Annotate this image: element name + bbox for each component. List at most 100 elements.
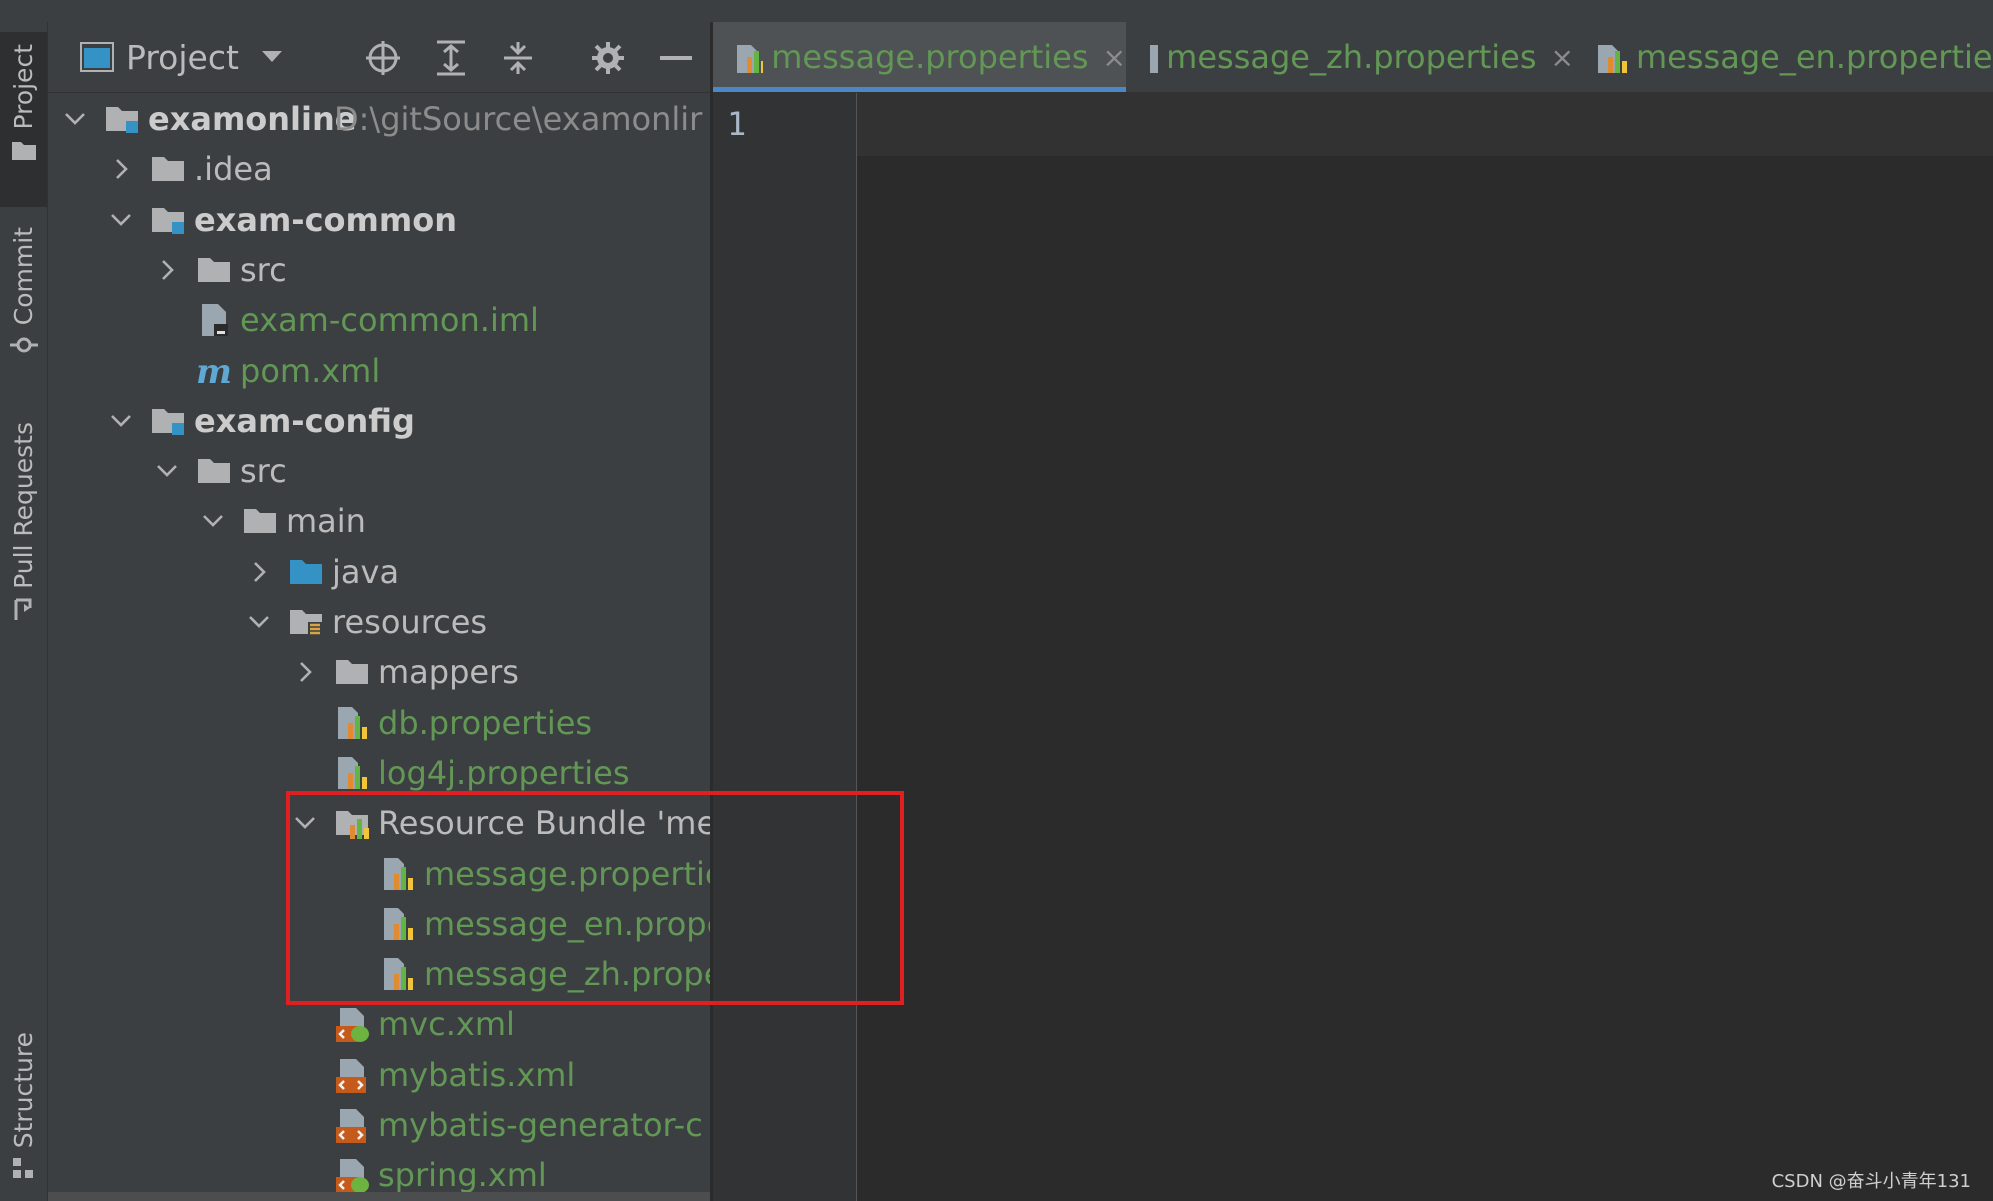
- tab-label: message.properties: [771, 38, 1089, 76]
- tree-item-label: mappers: [378, 653, 519, 692]
- close-icon[interactable]: ×: [1103, 41, 1126, 74]
- structure-icon: [12, 1158, 33, 1179]
- tree-item[interactable]: src: [48, 446, 710, 496]
- tree-item-label: mvc.xml: [378, 1005, 515, 1044]
- hide-panel-button[interactable]: [656, 38, 696, 78]
- stripe-label-structure: Structure: [9, 1032, 38, 1149]
- gear-icon: [592, 42, 624, 74]
- tree-item-label: examonline: [148, 100, 357, 138]
- tab-message-zh-properties[interactable]: message_zh.properties ×: [1126, 22, 1574, 92]
- chevron-right-icon[interactable]: [292, 659, 318, 685]
- module-folder-icon: [148, 200, 188, 240]
- spring-xml-icon: [332, 1004, 372, 1044]
- editor-tab-bar: message.properties × message_zh.properti…: [713, 22, 1993, 93]
- source-folder-icon: [286, 552, 326, 592]
- stripe-button-structure[interactable]: Structure: [0, 1032, 47, 1192]
- folder-icon: [148, 149, 188, 189]
- tree-item-label: main: [286, 502, 366, 541]
- tree-item[interactable]: exam-config: [48, 396, 710, 446]
- chevron-down-icon[interactable]: [246, 609, 272, 635]
- tree-item[interactable]: mappers: [48, 647, 710, 697]
- tree-item-label: exam-config: [194, 401, 415, 440]
- chevron-down-icon[interactable]: [62, 106, 88, 132]
- tree-item[interactable]: java: [48, 547, 710, 597]
- tree-item[interactable]: m pom.xml: [48, 346, 710, 396]
- tree-item[interactable]: exam-common.iml: [48, 295, 710, 345]
- tree-item-label: pom.xml: [240, 351, 381, 390]
- tab-label: message_en.properties: [1636, 38, 1993, 76]
- editor-text-area[interactable]: [857, 93, 1993, 1201]
- tree-item-label: mybatis-generator-c: [378, 1106, 703, 1144]
- tree-item-label: exam-common.iml: [240, 301, 539, 340]
- breadcrumb-bar: [0, 0, 1993, 23]
- tree-item[interactable]: resources: [48, 597, 710, 647]
- resources-folder-icon: [286, 602, 326, 642]
- tree-item[interactable]: main: [48, 496, 710, 546]
- tree-item[interactable]: mybatis.xml: [48, 1050, 710, 1100]
- iml-file-icon: [194, 300, 234, 340]
- tree-item[interactable]: src: [48, 245, 710, 295]
- tree-item[interactable]: mybatis-generator-c: [48, 1100, 710, 1150]
- pull-request-icon: [14, 598, 31, 620]
- properties-icon: [1150, 45, 1159, 73]
- annotation-highlight-box: [286, 791, 904, 1005]
- expand-all-button[interactable]: [431, 38, 471, 78]
- collapse-all-button[interactable]: [498, 38, 538, 78]
- current-line-highlight: [857, 93, 1993, 156]
- tree-item[interactable]: .idea: [48, 144, 710, 194]
- project-tool-window: Project examonline D:\gitSource\examonlir…: [48, 22, 710, 1201]
- chevron-right-icon[interactable]: [246, 559, 272, 585]
- tree-item[interactable]: mvc.xml: [48, 999, 710, 1049]
- tree-item-path: D:\gitSource\examonlir: [334, 100, 703, 138]
- module-folder-icon: [102, 99, 142, 139]
- select-opened-file-button[interactable]: [363, 38, 403, 78]
- chevron-down-icon[interactable]: [200, 508, 226, 534]
- expand-all-icon: [437, 40, 465, 76]
- xml-icon: [332, 1105, 372, 1145]
- tree-item-label: java: [332, 552, 400, 591]
- stripe-button-project[interactable]: Project: [0, 32, 47, 207]
- maven-icon: m: [194, 351, 234, 392]
- close-icon[interactable]: ×: [1551, 41, 1574, 74]
- stripe-label-project: Project: [9, 44, 38, 130]
- tree-item[interactable]: db.properties: [48, 698, 710, 748]
- chevron-down-icon[interactable]: [108, 408, 134, 434]
- properties-icon: [332, 753, 372, 793]
- properties-icon: [332, 703, 372, 743]
- chevron-down-icon[interactable]: [154, 458, 180, 484]
- tree-item[interactable]: examonline D:\gitSource\examonlir: [48, 94, 710, 144]
- tree-item-label: exam-common: [194, 200, 457, 239]
- tab-label: message_zh.properties: [1166, 38, 1537, 76]
- properties-icon: [737, 45, 764, 73]
- tool-window-stripe: Project Commit Pull Requests Structure: [0, 22, 48, 1201]
- line-number: 1: [727, 105, 747, 143]
- folder-icon: [194, 451, 234, 491]
- stripe-label-pull-requests: Pull Requests: [9, 422, 38, 589]
- chevron-right-icon[interactable]: [108, 156, 134, 182]
- minimize-icon: [660, 56, 692, 60]
- folder-icon: [11, 141, 36, 160]
- editor-gutter: [713, 93, 857, 1201]
- tab-message-en-properties[interactable]: message_en.properties: [1574, 22, 1993, 92]
- project-panel-header: Project: [48, 22, 710, 93]
- project-panel-title[interactable]: Project: [126, 38, 239, 77]
- folder-icon: [332, 652, 372, 692]
- tree-item-label: db.properties: [378, 703, 593, 742]
- chevron-down-icon[interactable]: [261, 50, 283, 64]
- stripe-label-commit: Commit: [9, 227, 38, 326]
- properties-icon: [1598, 45, 1627, 73]
- chevron-down-icon[interactable]: [108, 207, 134, 233]
- options-button[interactable]: [588, 38, 628, 78]
- tree-item[interactable]: exam-common: [48, 195, 710, 245]
- stripe-button-pull-requests[interactable]: Pull Requests: [0, 422, 47, 667]
- tree-item-label: src: [240, 250, 287, 289]
- tab-message-properties[interactable]: message.properties ×: [713, 22, 1126, 92]
- folder-icon: [240, 501, 280, 541]
- commit-icon: [9, 337, 38, 353]
- chevron-right-icon[interactable]: [154, 257, 180, 283]
- stripe-button-commit[interactable]: Commit: [0, 227, 47, 387]
- project-view-icon: [80, 42, 114, 72]
- folder-icon: [194, 250, 234, 290]
- crosshair-icon: [366, 41, 400, 75]
- panel-horizontal-scrollbar[interactable]: [48, 1192, 710, 1201]
